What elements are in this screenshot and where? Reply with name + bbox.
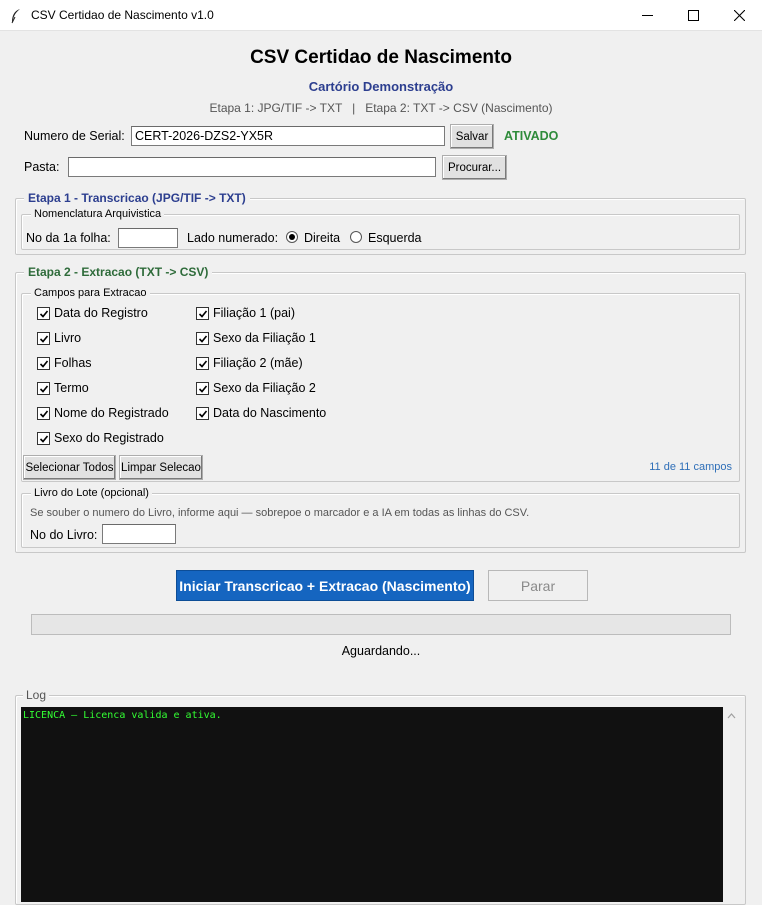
checkmark-icon (198, 309, 207, 318)
log-line: LICENCA — Licenca valida e ativa. (23, 710, 222, 721)
side-esquerda-radio[interactable] (350, 231, 362, 243)
app-heading: CSV Certidao de Nascimento (250, 47, 512, 68)
serial-input[interactable]: CERT-2026-DZS2-YX5R (131, 126, 445, 146)
minimize-icon (641, 15, 653, 16)
book-label: No do Livro: (30, 528, 98, 542)
checkmark-icon (198, 409, 207, 418)
field-checkbox-label[interactable]: Termo (54, 381, 89, 395)
checkmark-icon (39, 434, 48, 443)
folder-input[interactable] (68, 157, 436, 177)
log-output[interactable]: LICENCA — Licenca valida e ativa. (21, 707, 723, 902)
fields-title: Campos para Extracao (31, 287, 150, 299)
stop-button[interactable]: Parar (488, 570, 588, 601)
stage1-title: Etapa 1 - Transcricao (JPG/TIF -> TXT) (24, 191, 250, 205)
first-sheet-input[interactable] (118, 228, 178, 248)
field-checkbox-label[interactable]: Nome do Registrado (54, 406, 169, 420)
checkmark-icon (198, 334, 207, 343)
book-input[interactable] (102, 524, 176, 544)
serial-label: Numero de Serial: (24, 129, 125, 143)
progress-bar (31, 614, 731, 635)
field-checkbox[interactable] (37, 432, 50, 445)
field-checkbox-label[interactable]: Folhas (54, 356, 92, 370)
browse-button[interactable]: Procurar... (442, 155, 507, 180)
field-checkbox[interactable] (196, 307, 209, 320)
clear-selection-button[interactable]: Limpar Selecao (119, 455, 203, 480)
field-checkbox-label[interactable]: Data do Nascimento (213, 406, 326, 420)
fields-count: 11 de 11 campos (649, 461, 732, 473)
fields-group (21, 293, 740, 482)
steps-info: Etapa 1: JPG/TIF -> TXT | Etapa 2: TXT -… (209, 101, 553, 115)
field-checkbox[interactable] (37, 407, 50, 420)
side-esquerda-label: Esquerda (368, 231, 422, 245)
start-button-label: Iniciar Transcricao + Extracao (Nascimen… (179, 577, 471, 594)
maximize-button[interactable] (670, 0, 716, 31)
checkmark-icon (39, 309, 48, 318)
save-button[interactable]: Salvar (450, 124, 494, 149)
field-checkbox-label[interactable]: Filiação 2 (mãe) (213, 356, 303, 370)
field-checkbox[interactable] (37, 357, 50, 370)
field-checkbox-label[interactable]: Livro (54, 331, 81, 345)
field-checkbox[interactable] (196, 407, 209, 420)
log-scrollbar[interactable] (723, 707, 740, 902)
field-checkbox[interactable] (196, 357, 209, 370)
field-checkbox[interactable] (37, 332, 50, 345)
side-direita-radio[interactable] (286, 231, 298, 243)
field-checkbox[interactable] (196, 382, 209, 395)
field-checkbox[interactable] (196, 332, 209, 345)
side-label: Lado numerado: (187, 231, 279, 245)
field-checkbox[interactable] (37, 307, 50, 320)
close-button[interactable] (716, 0, 762, 31)
activation-status: ATIVADO (504, 129, 559, 143)
status-text: Aguardando... (341, 644, 421, 658)
organization-name: Cartório Demonstração (308, 79, 454, 94)
field-checkbox-label[interactable]: Sexo do Registrado (54, 431, 164, 445)
first-sheet-label: No da 1a folha: (26, 231, 111, 245)
field-checkbox[interactable] (37, 382, 50, 395)
stage2-title: Etapa 2 - Extracao (TXT -> CSV) (24, 265, 213, 279)
checkmark-icon (39, 334, 48, 343)
checkmark-icon (39, 409, 48, 418)
scroll-up-icon[interactable] (723, 707, 740, 724)
window-title: CSV Certidao de Nascimento v1.0 (31, 8, 214, 22)
folder-label: Pasta: (24, 160, 60, 174)
radio-selected-dot (289, 234, 295, 240)
select-all-button[interactable]: Selecionar Todos (23, 455, 116, 480)
close-icon (733, 10, 745, 21)
log-title: Log (23, 688, 50, 702)
field-checkbox-label[interactable]: Sexo da Filiação 2 (213, 381, 316, 395)
checkmark-icon (198, 384, 207, 393)
book-hint: Se souber o numero do Livro, informe aqu… (30, 507, 530, 519)
checkmark-icon (198, 359, 207, 368)
feather-icon (9, 8, 23, 24)
checkmark-icon (39, 384, 48, 393)
field-checkbox-label[interactable]: Data do Registro (54, 306, 148, 320)
checkmark-icon (39, 359, 48, 368)
start-button[interactable]: Iniciar Transcricao + Extracao (Nascimen… (176, 570, 474, 601)
field-checkbox-label[interactable]: Filiação 1 (pai) (213, 306, 295, 320)
field-checkbox-label[interactable]: Sexo da Filiação 1 (213, 331, 316, 345)
maximize-icon (687, 10, 699, 21)
book-title: Livro do Lote (opcional) (31, 487, 152, 499)
nomenclature-title: Nomenclatura Arquivistica (31, 208, 165, 220)
minimize-button[interactable] (624, 0, 670, 31)
side-direita-label: Direita (304, 231, 341, 245)
